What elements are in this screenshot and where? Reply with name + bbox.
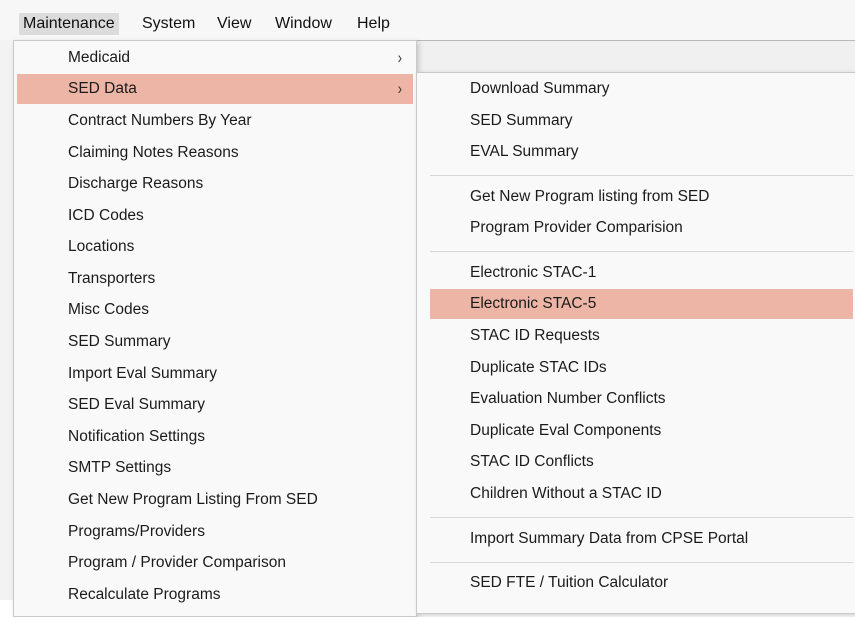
- menu-item-label: Misc Codes: [68, 301, 149, 318]
- menu-item-locations[interactable]: Locations: [17, 232, 413, 262]
- menu-item-label: STAC ID Conflicts: [470, 453, 594, 470]
- menu-separator: [430, 175, 853, 176]
- menu-item-label: Download Summary: [470, 80, 610, 97]
- menu-help[interactable]: Help: [357, 13, 390, 35]
- menu-item-label: Contract Numbers By Year: [68, 112, 252, 129]
- submenu-item-stac-id-conflicts[interactable]: STAC ID Conflicts: [430, 447, 853, 477]
- chevron-right-icon: ›: [398, 48, 403, 67]
- submenu-item-get-new-program-listing[interactable]: Get New Program listing from SED: [430, 182, 853, 212]
- menu-item-medicaid[interactable]: Medicaid ›: [17, 43, 413, 73]
- submenu-item-download-summary[interactable]: Download Summary: [430, 74, 853, 104]
- menu-bar: Maintenance System View Window Help: [0, 0, 855, 40]
- menu-item-label: SED Summary: [68, 333, 171, 350]
- menu-item-label: Children Without a STAC ID: [470, 485, 662, 502]
- menu-item-label: Recalculate Programs: [68, 586, 221, 603]
- menu-separator: [430, 517, 853, 518]
- submenu-item-children-without-stac-id[interactable]: Children Without a STAC ID: [430, 479, 853, 509]
- submenu-item-eval-summary[interactable]: EVAL Summary: [430, 137, 853, 167]
- menu-item-icd-codes[interactable]: ICD Codes: [17, 201, 413, 231]
- chevron-right-icon: ›: [398, 79, 403, 98]
- menu-item-label: Get New Program listing from SED: [470, 188, 710, 205]
- menu-item-label: Duplicate Eval Components: [470, 422, 662, 439]
- submenu-item-duplicate-stac-ids[interactable]: Duplicate STAC IDs: [430, 353, 853, 383]
- menu-item-label: EVAL Summary: [470, 143, 579, 160]
- menu-item-label: SED Data: [68, 80, 137, 97]
- menu-window[interactable]: Window: [275, 13, 332, 35]
- menu-item-label: Duplicate STAC IDs: [470, 359, 607, 376]
- menu-item-contract-numbers[interactable]: Contract Numbers By Year: [17, 106, 413, 136]
- menu-view[interactable]: View: [217, 13, 251, 35]
- menu-item-label: Import Eval Summary: [68, 365, 218, 382]
- menu-item-label: SMTP Settings: [68, 459, 172, 476]
- menu-item-import-eval-summary[interactable]: Import Eval Summary: [17, 359, 413, 389]
- menu-item-label: STAC ID Requests: [470, 327, 600, 344]
- submenu-item-program-provider-comparision[interactable]: Program Provider Comparision: [430, 213, 853, 243]
- menu-item-smtp-settings[interactable]: SMTP Settings: [17, 453, 413, 483]
- submenu-item-duplicate-eval-components[interactable]: Duplicate Eval Components: [430, 416, 853, 446]
- app-toolbar: [416, 41, 855, 74]
- menu-item-label: Locations: [68, 238, 135, 255]
- menu-item-sed-summary[interactable]: SED Summary: [17, 327, 413, 357]
- submenu-item-import-summary-data-cpse[interactable]: Import Summary Data from CPSE Portal: [430, 524, 853, 554]
- submenu-item-electronic-stac-5[interactable]: Electronic STAC-5: [430, 289, 853, 319]
- submenu-item-evaluation-number-conflicts[interactable]: Evaluation Number Conflicts: [430, 384, 853, 414]
- menu-item-discharge-reasons[interactable]: Discharge Reasons: [17, 169, 413, 199]
- menu-item-label: SED Summary: [470, 112, 573, 129]
- menu-item-claiming-notes-reasons[interactable]: Claiming Notes Reasons: [17, 138, 413, 168]
- menu-item-label: Claiming Notes Reasons: [68, 144, 239, 161]
- menu-item-sed-data[interactable]: SED Data ›: [17, 74, 413, 104]
- menu-item-label: SED Eval Summary: [68, 396, 205, 413]
- menu-system[interactable]: System: [142, 13, 195, 35]
- menu-item-label: Medicaid: [68, 49, 131, 66]
- menu-maintenance[interactable]: Maintenance: [19, 13, 119, 35]
- menu-item-recalculate-programs[interactable]: Recalculate Programs: [17, 580, 413, 610]
- menu-item-label: Program / Provider Comparison: [68, 554, 286, 571]
- menu-item-notification-settings[interactable]: Notification Settings: [17, 422, 413, 452]
- menu-item-transporters[interactable]: Transporters: [17, 264, 413, 294]
- menu-item-label: Import Summary Data from CPSE Portal: [470, 530, 749, 547]
- menu-item-programs-providers[interactable]: Programs/Providers: [17, 517, 413, 547]
- menu-item-label: Transporters: [68, 270, 156, 287]
- menu-item-label: Electronic STAC-1: [470, 264, 597, 281]
- menu-item-sed-eval-summary[interactable]: SED Eval Summary: [17, 390, 413, 420]
- menu-item-label: Evaluation Number Conflicts: [470, 390, 666, 407]
- submenu-item-sed-summary[interactable]: SED Summary: [430, 106, 853, 136]
- submenu-item-stac-id-requests[interactable]: STAC ID Requests: [430, 321, 853, 351]
- menu-item-label: Get New Program Listing From SED: [68, 491, 318, 508]
- menu-item-label: SED FTE / Tuition Calculator: [470, 574, 669, 591]
- menu-item-get-new-program-listing[interactable]: Get New Program Listing From SED: [17, 485, 413, 515]
- menu-item-label: ICD Codes: [68, 207, 144, 224]
- submenu-item-sed-fte-tuition-calculator[interactable]: SED FTE / Tuition Calculator: [430, 568, 853, 598]
- menu-item-program-provider-comparison[interactable]: Program / Provider Comparison: [17, 548, 413, 578]
- menu-item-label: Electronic STAC-5: [470, 295, 597, 312]
- menu-item-label: Notification Settings: [68, 428, 205, 445]
- menu-item-label: Discharge Reasons: [68, 175, 204, 192]
- maintenance-dropdown: Medicaid › SED Data › Contract Numbers B…: [13, 40, 417, 617]
- sed-data-submenu: Download Summary SED Summary EVAL Summar…: [416, 72, 855, 614]
- submenu-item-electronic-stac-1[interactable]: Electronic STAC-1: [430, 258, 853, 288]
- menu-item-misc-codes[interactable]: Misc Codes: [17, 295, 413, 325]
- menu-separator: [430, 562, 853, 563]
- menu-item-label: Programs/Providers: [68, 523, 205, 540]
- menu-separator: [430, 251, 853, 252]
- menu-item-label: Program Provider Comparision: [470, 219, 683, 236]
